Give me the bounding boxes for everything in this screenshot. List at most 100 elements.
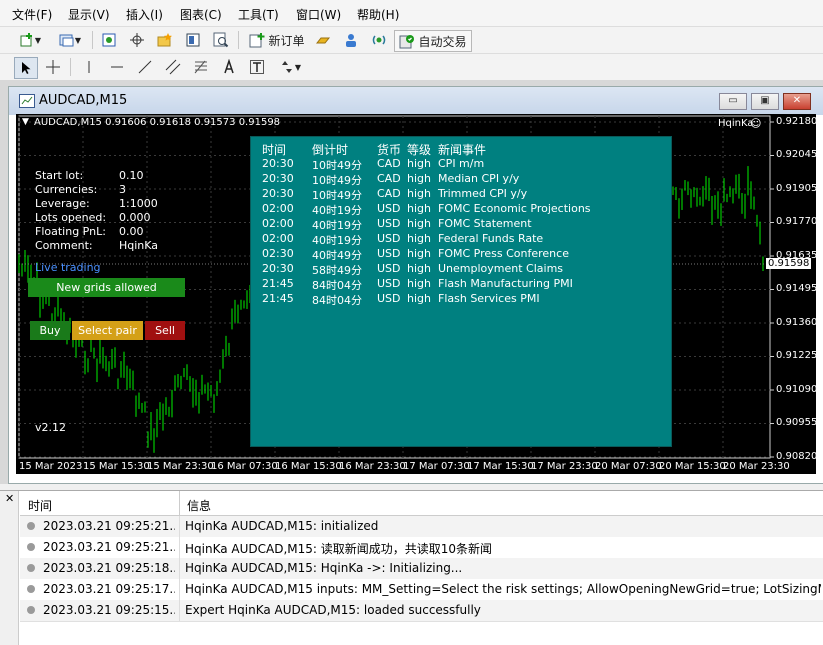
close-button[interactable]: ✕ bbox=[783, 93, 811, 110]
time-tick: 15 Mar 15:30 bbox=[83, 461, 150, 472]
auto-trading-button[interactable]: 自动交易 bbox=[394, 30, 472, 52]
live-trading-label: Live trading bbox=[35, 261, 101, 274]
trendline-button[interactable] bbox=[134, 57, 156, 77]
price-tick: 0.91360 bbox=[776, 317, 818, 328]
minimize-button[interactable]: ▭ bbox=[719, 93, 747, 110]
info-label: Start lot: bbox=[35, 169, 84, 182]
chart-window-icon bbox=[19, 94, 35, 108]
news-cell-event: CPI m/m bbox=[438, 157, 485, 170]
news-cell-time: 02:00 bbox=[262, 202, 294, 215]
new-chart-button[interactable]: ▼ bbox=[14, 30, 46, 50]
new-chart-icon bbox=[20, 33, 32, 47]
time-tick: 17 Mar 15:30 bbox=[467, 461, 534, 472]
market-watch-button[interactable] bbox=[98, 30, 120, 50]
news-cell-currency: USD bbox=[377, 262, 401, 275]
log-time: 2023.03.21 09:25:18.... bbox=[43, 561, 175, 575]
news-cell-time: 02:00 bbox=[262, 217, 294, 230]
signals-button[interactable] bbox=[340, 30, 362, 50]
news-cell-countdown: 84时04分 bbox=[312, 294, 362, 307]
news-cell-time: 02:30 bbox=[262, 247, 294, 260]
log-row[interactable]: 2023.03.21 09:25:21.... HqinKa AUDCAD,M15… bbox=[20, 537, 823, 559]
navigator-button[interactable] bbox=[126, 30, 148, 50]
menu-insert[interactable]: 插入(I) bbox=[126, 6, 163, 23]
log-dot-icon bbox=[27, 585, 35, 593]
menu-window[interactable]: 窗口(W) bbox=[296, 6, 341, 23]
log-time: 2023.03.21 09:25:17.... bbox=[43, 582, 175, 596]
new-grids-allowed-button[interactable]: New grids allowed bbox=[28, 278, 185, 297]
crosshair-button[interactable] bbox=[42, 57, 64, 77]
price-tick: 0.92180 bbox=[776, 116, 818, 127]
news-cell-level: high bbox=[407, 187, 431, 200]
log-message: HqinKa AUDCAD,M15 inputs: MM_Setting=Sel… bbox=[185, 582, 821, 596]
price-tick: 0.91905 bbox=[776, 183, 818, 194]
info-value: 0.00 bbox=[119, 225, 144, 238]
news-cell-level: high bbox=[407, 202, 431, 215]
price-tick: 0.90955 bbox=[776, 417, 818, 428]
news-header-event: 新闻事件 bbox=[438, 143, 487, 157]
equidistant-channel-button[interactable] bbox=[162, 57, 184, 77]
menu-tools[interactable]: 工具(T) bbox=[238, 6, 279, 23]
log-row[interactable]: 2023.03.21 09:25:21.... HqinKa AUDCAD,M15… bbox=[20, 516, 823, 538]
price-tick: 0.91495 bbox=[776, 283, 818, 294]
log-row[interactable]: 2023.03.21 09:25:18.... HqinKa AUDCAD,M15… bbox=[20, 558, 823, 580]
chart-header: AUDCAD,M15 0.91606 0.91618 0.91573 0.915… bbox=[34, 117, 281, 128]
log-header: 时间 信息 bbox=[20, 491, 823, 516]
log-row[interactable]: 2023.03.21 09:25:17.... HqinKa AUDCAD,M15… bbox=[20, 579, 823, 601]
profiles-button[interactable]: ▼ bbox=[54, 30, 86, 50]
news-cell-time: 02:00 bbox=[262, 232, 294, 245]
restore-button[interactable]: ▣ bbox=[751, 93, 779, 110]
version-label: v2.12 bbox=[35, 421, 67, 434]
horizontal-line-button[interactable] bbox=[106, 57, 128, 77]
news-cell-level: high bbox=[407, 232, 431, 245]
news-cell-countdown: 40时19分 bbox=[312, 234, 362, 247]
menu-charts[interactable]: 图表(C) bbox=[180, 6, 222, 23]
favorites-button[interactable] bbox=[154, 30, 176, 50]
news-cell-currency: USD bbox=[377, 232, 401, 245]
log-message: HqinKa AUDCAD,M15: HqinKa ->: Initializi… bbox=[185, 561, 463, 575]
chart-window-titlebar: AUDCAD,M15 ▭ ▣ ✕ bbox=[9, 87, 823, 115]
news-cell-event: Unemployment Claims bbox=[438, 262, 564, 275]
vertical-line-button[interactable] bbox=[78, 57, 100, 77]
info-label: Floating PnL: bbox=[35, 225, 106, 238]
radio-button[interactable] bbox=[368, 30, 390, 50]
news-header-countdown: 倒计时 bbox=[312, 143, 349, 157]
fibonacci-icon bbox=[194, 60, 207, 74]
news-cell-level: high bbox=[407, 172, 431, 185]
cursor-button[interactable] bbox=[14, 57, 38, 79]
info-label: Lots opened: bbox=[35, 211, 107, 224]
terminal-button[interactable] bbox=[182, 30, 204, 50]
price-tick: 0.91770 bbox=[776, 216, 818, 227]
menu-view[interactable]: 显示(V) bbox=[68, 6, 110, 23]
channel-icon bbox=[165, 59, 181, 75]
horizontal-line-icon bbox=[111, 66, 123, 68]
trendline-icon bbox=[138, 60, 152, 74]
chart-window-title: AUDCAD,M15 bbox=[39, 93, 128, 108]
sell-button[interactable]: Sell bbox=[145, 321, 185, 340]
buy-button[interactable]: Buy bbox=[30, 321, 70, 340]
news-cell-level: high bbox=[407, 217, 431, 230]
log-row[interactable]: 2023.03.21 09:25:15.... Expert HqinKa AUD… bbox=[20, 600, 823, 622]
text-label-button[interactable] bbox=[246, 57, 268, 77]
new-order-button[interactable]: 新订单 bbox=[246, 30, 308, 50]
log-message: HqinKa AUDCAD,M15: 读取新闻成功，共读取10条新闻 bbox=[185, 542, 493, 556]
menu-file[interactable]: 文件(F) bbox=[12, 6, 52, 23]
time-tick: 15 Mar 2023 bbox=[19, 461, 83, 472]
select-pair-button[interactable]: Select pair bbox=[72, 321, 143, 340]
text-button[interactable] bbox=[218, 57, 240, 77]
log-header-time[interactable]: 时间 bbox=[28, 497, 52, 514]
log-time: 2023.03.21 09:25:21.... bbox=[43, 519, 175, 533]
log-message: HqinKa AUDCAD,M15: initialized bbox=[185, 519, 379, 533]
menu-help[interactable]: 帮助(H) bbox=[357, 6, 399, 23]
tester-button[interactable] bbox=[210, 30, 232, 50]
terminal-close-icon[interactable]: ✕ bbox=[5, 492, 14, 505]
news-cell-level: high bbox=[407, 292, 431, 305]
news-cell-level: high bbox=[407, 247, 431, 260]
news-header-time: 时间 bbox=[262, 143, 287, 157]
news-cell-time: 20:30 bbox=[262, 187, 294, 200]
drawing-toolbar: ▼ bbox=[0, 53, 823, 80]
log-dot-icon bbox=[27, 522, 35, 530]
fibonacci-button[interactable] bbox=[190, 57, 212, 77]
gold-button[interactable] bbox=[312, 30, 334, 50]
log-header-message[interactable]: 信息 bbox=[187, 497, 211, 514]
arrows-button[interactable]: ▼ bbox=[274, 57, 306, 77]
